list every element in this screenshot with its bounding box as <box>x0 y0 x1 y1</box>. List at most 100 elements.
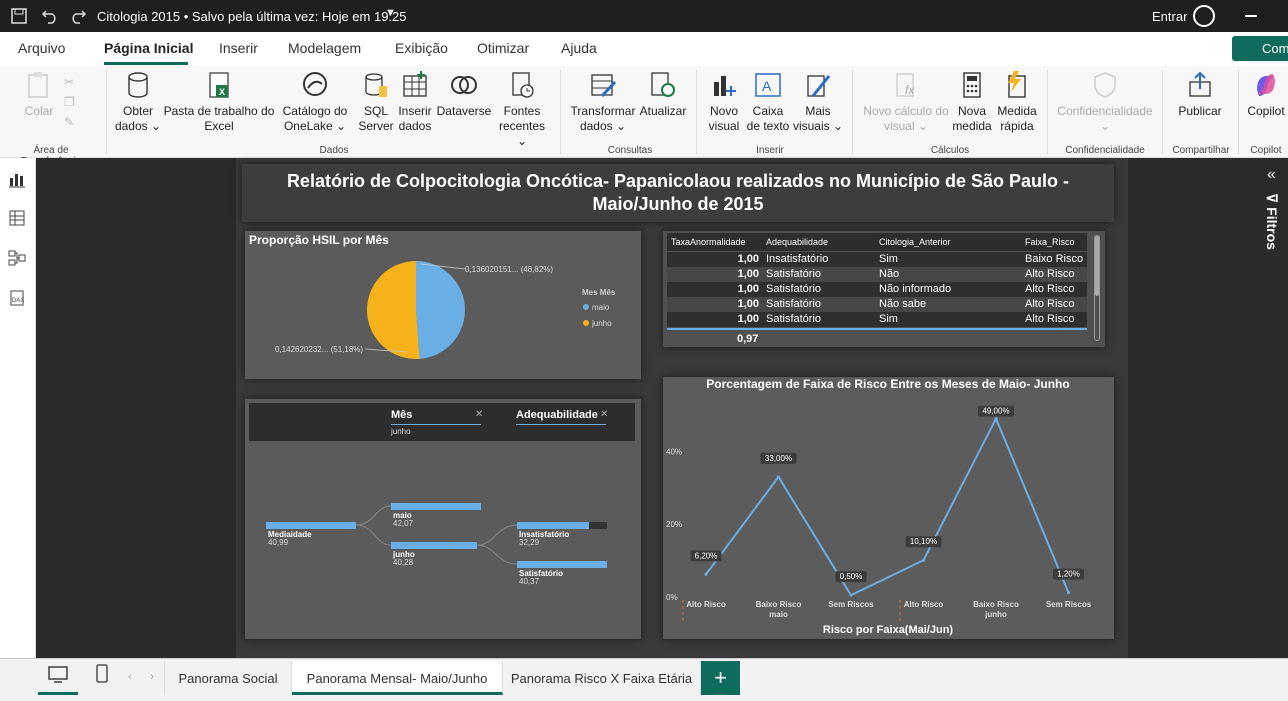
legend-junho[interactable]: junho <box>591 319 612 328</box>
publish-button[interactable]: Publicar <box>1176 70 1224 119</box>
menu-otimizar[interactable]: Otimizar <box>477 40 529 56</box>
excel-button[interactable]: X Pasta de trabalho do Excel <box>163 70 275 134</box>
model-view-icon[interactable] <box>8 249 26 267</box>
sql-server-label: SQL Server <box>358 104 394 133</box>
table-view-icon[interactable] <box>8 209 26 227</box>
paste-button[interactable]: Colar <box>20 70 58 119</box>
data-point[interactable] <box>777 475 780 479</box>
tree-bar-root[interactable] <box>266 522 356 529</box>
insert-data-button[interactable]: Inserir dados <box>396 70 434 134</box>
pie-slice-maio[interactable] <box>416 261 465 359</box>
sensitivity-label: Confidencialidade <box>1057 104 1153 118</box>
copy-icon[interactable]: ❐ <box>64 92 75 112</box>
insert-data-label: Inserir dados <box>398 104 432 133</box>
tab-panorama-risco[interactable]: Panorama Risco X Faixa Etária <box>503 661 701 695</box>
tree-bar-junho[interactable] <box>391 542 477 549</box>
pie-label-maio: 0,136020151... (48,82%) <box>465 265 553 274</box>
svg-text:A: A <box>762 78 772 94</box>
more-visuals-icon <box>807 75 831 97</box>
get-data-button[interactable]: Obter dados ⌄ <box>114 70 162 134</box>
table-cell: Baixo Risco <box>1025 253 1084 265</box>
table-row[interactable]: 1,00 Satisfatório Não informado Alto Risco <box>667 282 1087 297</box>
refresh-button[interactable]: Atualizar <box>637 70 689 119</box>
col-header-taxa[interactable]: TaxaAnormalidade <box>671 237 746 247</box>
y-tick-label: 0% <box>666 593 678 602</box>
new-measure-button[interactable]: Nova medida <box>952 70 992 134</box>
menu-pagina-inicial[interactable]: Página Inicial <box>104 40 193 56</box>
redo-icon[interactable] <box>69 7 87 25</box>
table-row[interactable]: 1,00 Satisfatório Não sabe Alto Risco <box>667 297 1087 312</box>
sql-server-button[interactable]: SQL Server <box>358 70 394 134</box>
col-header-faixa[interactable]: Faixa_Risco <box>1025 237 1075 247</box>
table-card[interactable]: TaxaAnormalidade Adequabilidade Citologi… <box>663 231 1105 347</box>
add-page-button[interactable]: + <box>701 661 740 695</box>
table-row[interactable]: 1,00 Satisfatório Não Alto Risco <box>667 267 1087 282</box>
line-chart: Porcentagem de Faixa de Risco Entre os M… <box>666 377 1092 636</box>
menu-inserir[interactable]: Inserir <box>219 40 258 56</box>
pie-chart-card[interactable]: Proporção HSIL por Mês 0,136020151... (4… <box>245 231 641 379</box>
table-row[interactable]: 1,00 Satisfatório Sim Alto Risco <box>667 312 1087 327</box>
report-title-card[interactable]: Relatório de Colpocitologia Oncótica- Pa… <box>242 164 1114 222</box>
pie-chart: 0,136020151... (48,82%) 0,142620232... (… <box>275 261 616 359</box>
quick-measure-button[interactable]: Medida rápida <box>994 70 1040 134</box>
data-point[interactable] <box>1067 591 1070 595</box>
pie-slice-junho[interactable] <box>366 261 420 359</box>
table-cell: Insatisfatório <box>766 253 829 265</box>
col-header-adequabilidade[interactable]: Adequabilidade <box>766 237 828 247</box>
x-tick-label: Alto Risco <box>686 600 726 609</box>
onelake-button[interactable]: Catálogo do OneLake ⌄ <box>277 70 353 134</box>
menu-modelagem[interactable]: Modelagem <box>288 40 361 56</box>
format-painter-icon[interactable]: ✎ <box>64 112 75 132</box>
new-visual-button[interactable]: Novo visual <box>704 70 744 134</box>
chevron-down-icon[interactable]: ▼ <box>385 7 396 19</box>
undo-icon[interactable] <box>41 7 59 25</box>
copilot-button[interactable]: Copilot <box>1244 70 1288 119</box>
tree-bar-satisfatorio[interactable] <box>517 561 607 568</box>
tree-bar-maio[interactable] <box>391 503 481 510</box>
new-visual-calc-button[interactable]: fx Novo cálculo do visual ⌄ <box>860 70 952 134</box>
database-icon <box>128 72 148 98</box>
transform-data-button[interactable]: Transformar dados ⌄ <box>570 70 636 134</box>
tree-bar-insatisfatorio[interactable] <box>517 522 589 529</box>
document-title[interactable]: Citologia 2015 • Salvo pela última vez: … <box>97 9 407 24</box>
recent-sources-button[interactable]: Fontes recentes ⌄ <box>494 70 550 149</box>
collapse-icon[interactable]: « <box>1267 166 1276 184</box>
tree-sat-value: 40,37 <box>519 577 540 586</box>
table-scrollbar[interactable] <box>1094 235 1100 341</box>
data-point[interactable] <box>922 558 925 562</box>
text-box-button[interactable]: A Caixa de texto <box>746 70 790 134</box>
desktop-layout-button[interactable] <box>38 661 78 695</box>
menu-arquivo[interactable]: Arquivo <box>18 40 65 56</box>
mobile-layout-button[interactable] <box>86 661 118 695</box>
tab-panorama-social[interactable]: Panorama Social <box>164 661 292 695</box>
data-point[interactable] <box>849 593 853 597</box>
line-chart-card[interactable]: Porcentagem de Faixa de Risco Entre os M… <box>663 377 1114 639</box>
line-series[interactable] <box>705 416 1070 597</box>
col-header-citologia[interactable]: Citologia_Anterior <box>879 237 951 247</box>
minimize-icon[interactable] <box>1245 15 1257 17</box>
menu-exibicao[interactable]: Exibição <box>395 40 448 56</box>
avatar[interactable] <box>1193 5 1215 27</box>
phone-icon <box>96 664 108 683</box>
legend-maio[interactable]: maio <box>592 303 610 312</box>
comment-label: Com <box>1262 41 1288 56</box>
scroll-left-icon[interactable]: ‹ <box>128 669 132 683</box>
comment-button[interactable]: Com <box>1232 36 1288 61</box>
more-visuals-button[interactable]: Mais visuais ⌄ <box>792 70 844 134</box>
sign-in-link[interactable]: Entrar <box>1152 9 1187 24</box>
filters-pane[interactable]: « ⊽ Filtros <box>1257 158 1288 658</box>
sensitivity-button[interactable]: Confidencialidade ⌄ <box>1056 70 1154 134</box>
dax-query-view-icon[interactable]: DAX <box>8 289 26 307</box>
decomposition-tree-card[interactable]: Mês ✕ junho Adequabilidade ✕ Mediaidade … <box>245 399 641 639</box>
tab-panorama-mensal[interactable]: Panorama Mensal- Maio/Junho <box>292 661 503 695</box>
scroll-right-icon[interactable]: › <box>150 669 154 683</box>
report-view-icon[interactable] <box>8 170 26 188</box>
visual-calculation-icon: fx <box>896 73 915 97</box>
cut-icon[interactable]: ✂ <box>64 72 75 92</box>
save-icon[interactable] <box>10 7 28 25</box>
table-row[interactable]: 1,00 Insatisfatório Sim Baixo Risco <box>667 252 1087 267</box>
data-point[interactable] <box>994 417 998 421</box>
data-point[interactable] <box>704 572 708 576</box>
dataverse-button[interactable]: Dataverse <box>436 70 492 119</box>
menu-ajuda[interactable]: Ajuda <box>561 40 597 56</box>
